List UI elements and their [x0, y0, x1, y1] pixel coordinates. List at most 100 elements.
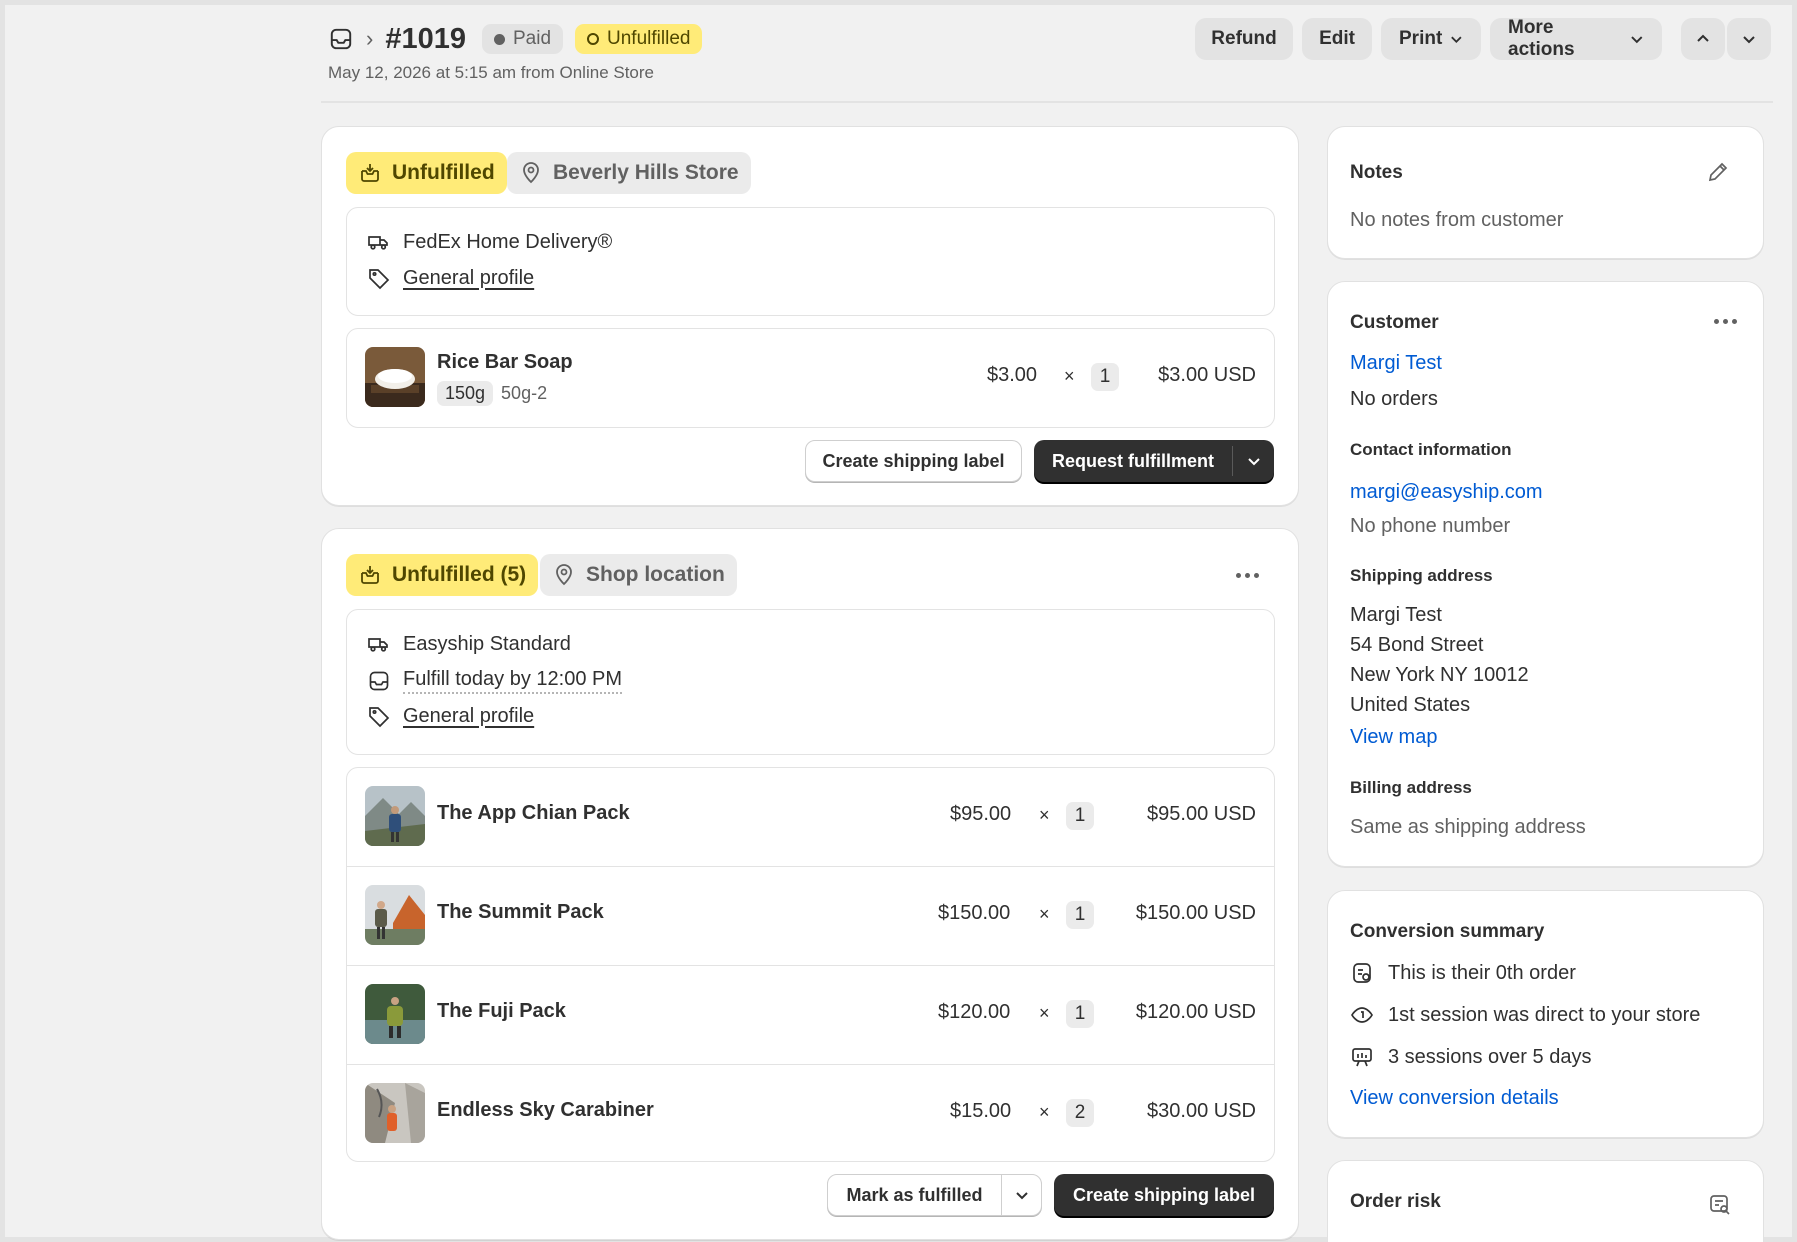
risk-analysis-icon[interactable] [1708, 1193, 1732, 1217]
general-profile-link[interactable]: General profile [403, 705, 534, 728]
print-label: Print [1399, 28, 1443, 49]
shipping-method-label: FedEx Home Delivery® [403, 230, 613, 253]
location-pin-icon [556, 564, 572, 586]
deadline-row: Fulfill today by 12:00 PM [367, 668, 622, 694]
mark-as-fulfilled-split-button: Mark as fulfilled [827, 1174, 1042, 1216]
more-actions-button[interactable]: More actions [1490, 17, 1662, 60]
request-fulfillment-button[interactable]: Request fulfillment [1034, 440, 1232, 482]
conversion-line-text: 3 sessions over 5 days [1388, 1045, 1592, 1068]
product-name[interactable]: The App Chian Pack [437, 802, 630, 825]
session-eye-icon [1351, 1007, 1373, 1023]
list-item: Rice Bar Soap 150g 50g-2 $3.00 × 1 $3.00… [347, 329, 1274, 428]
conversion-line-text: 1st session was direct to your store [1388, 1003, 1701, 1026]
quantity-badge: 1 [1091, 363, 1119, 391]
address-line: United States [1350, 694, 1471, 716]
product-name[interactable]: The Summit Pack [437, 901, 604, 924]
fulfillment-card-shop-location: Unfulfilled (5) Shop location Easyship S… [321, 528, 1299, 1240]
order-risk-card: Order risk [1327, 1160, 1764, 1242]
unfulfilled-box-icon [361, 566, 379, 584]
edit-button[interactable]: Edit [1302, 18, 1372, 60]
pencil-edit-icon[interactable] [1706, 160, 1730, 184]
location-pin-icon [523, 162, 539, 184]
view-map-link[interactable]: View map [1350, 726, 1437, 749]
unfulfilled-box-icon [361, 164, 379, 182]
chevron-right-icon: › [366, 26, 374, 51]
times-sign: × [1039, 1102, 1050, 1122]
notes-title: Notes [1350, 162, 1403, 183]
create-shipping-label-button[interactable]: Create shipping label [805, 440, 1022, 482]
request-fulfillment-menu-button[interactable] [1233, 440, 1274, 482]
times-sign: × [1039, 1003, 1050, 1023]
fulfillment-card-beverly-hills: Unfulfilled Beverly Hills Store FedEx Ho… [321, 126, 1299, 506]
times-sign: × [1064, 366, 1075, 386]
customer-name-link[interactable]: Margi Test [1350, 352, 1442, 375]
truck-icon [368, 638, 388, 652]
mark-as-fulfilled-button[interactable]: Mark as fulfilled [828, 1175, 1001, 1215]
unfulfilled-badge-label: Unfulfilled [607, 28, 691, 49]
product-thumbnail-carabiner [365, 1083, 425, 1143]
unit-price: $15.00 [950, 1100, 1012, 1122]
breadcrumb: › #1019 Paid Unfulfilled [328, 21, 703, 57]
orders-inbox-icon[interactable] [328, 26, 354, 52]
unit-price: $95.00 [950, 803, 1012, 825]
status-label: Unfulfilled (5) [392, 563, 527, 586]
shipping-profile-row: General profile [367, 266, 534, 290]
tag-icon [369, 269, 390, 290]
view-conversion-details-link[interactable]: View conversion details [1350, 1087, 1559, 1110]
shipping-info-box: FedEx Home Delivery® General profile [346, 207, 1275, 316]
conversion-line: This is their 0th order [1350, 961, 1576, 985]
shipping-info-box: Easyship Standard Fulfill today by 12:00… [346, 609, 1275, 755]
notes-card: Notes No notes from customer [1327, 126, 1764, 259]
notes-text: No notes from customer [1350, 209, 1564, 231]
paid-badge: Paid [481, 24, 564, 54]
variant-row: 150g 50g-2 [437, 381, 547, 406]
truck-icon [368, 236, 388, 250]
product-thumbnail-fuji-pack [365, 984, 425, 1044]
unit-price: $3.00 [987, 364, 1038, 386]
header-divider [321, 101, 1773, 103]
more-actions-label: More actions [1508, 17, 1575, 60]
more-options-icon[interactable] [1714, 319, 1737, 324]
list-item: The App Chian Pack $95.00 × 1 $95.00 USD [347, 768, 1274, 867]
fulfill-deadline-label[interactable]: Fulfill today by 12:00 PM [403, 668, 622, 694]
sku-label: 50g-2 [501, 383, 548, 403]
billing-address: Same as shipping address [1350, 816, 1586, 838]
general-profile-link[interactable]: General profile [403, 267, 534, 290]
product-name[interactable]: The Fuji Pack [437, 1000, 566, 1023]
conversion-line-text: This is their 0th order [1388, 961, 1576, 984]
quantity-badge: 2 [1066, 1099, 1094, 1127]
previous-order-button[interactable] [1681, 18, 1725, 60]
create-shipping-label-button[interactable]: Create shipping label [1054, 1174, 1274, 1216]
variant-badge: 150g [437, 381, 494, 406]
print-button[interactable]: Print [1381, 18, 1481, 60]
ring-icon [587, 33, 600, 45]
product-name[interactable]: Endless Sky Carabiner [437, 1099, 654, 1122]
quantity-badge: 1 [1066, 802, 1094, 830]
chevron-down-icon [1743, 36, 1755, 44]
chevron-down-icon [1247, 458, 1260, 466]
product-name[interactable]: Rice Bar Soap [437, 351, 573, 374]
customer-email-link[interactable]: margi@easyship.com [1350, 481, 1543, 504]
chevron-down-icon [1016, 1192, 1028, 1200]
address-line: Margi Test [1350, 604, 1442, 626]
list-item: The Summit Pack $150.00 × 1 $150.00 USD [347, 867, 1274, 966]
line-items-box: Rice Bar Soap 150g 50g-2 $3.00 × 1 $3.00… [346, 328, 1275, 428]
next-order-button[interactable] [1727, 18, 1771, 60]
customer-card: Customer Margi Test No orders Contact in… [1327, 281, 1764, 867]
more-options-icon[interactable] [1236, 573, 1259, 578]
billing-address-title: Billing address [1350, 778, 1472, 797]
chevron-down-icon [1451, 36, 1462, 44]
location-label: Beverly Hills Store [553, 161, 739, 184]
conversion-line: 1st session was direct to your store [1350, 1003, 1700, 1027]
chevron-up-icon [1697, 34, 1709, 42]
refund-button[interactable]: Refund [1195, 18, 1293, 60]
unfulfilled-status-tag: Unfulfilled (5) [346, 554, 539, 596]
sessions-chart-icon [1352, 1048, 1372, 1067]
shipping-address-title: Shipping address [1350, 566, 1493, 585]
product-thumbnail-summit-pack [365, 885, 425, 945]
contact-title: Contact information [1350, 440, 1512, 459]
times-sign: × [1039, 904, 1050, 924]
location-tag: Shop location [540, 554, 737, 596]
unit-price: $150.00 [938, 902, 1011, 924]
mark-as-fulfilled-menu-button[interactable] [1002, 1175, 1042, 1215]
